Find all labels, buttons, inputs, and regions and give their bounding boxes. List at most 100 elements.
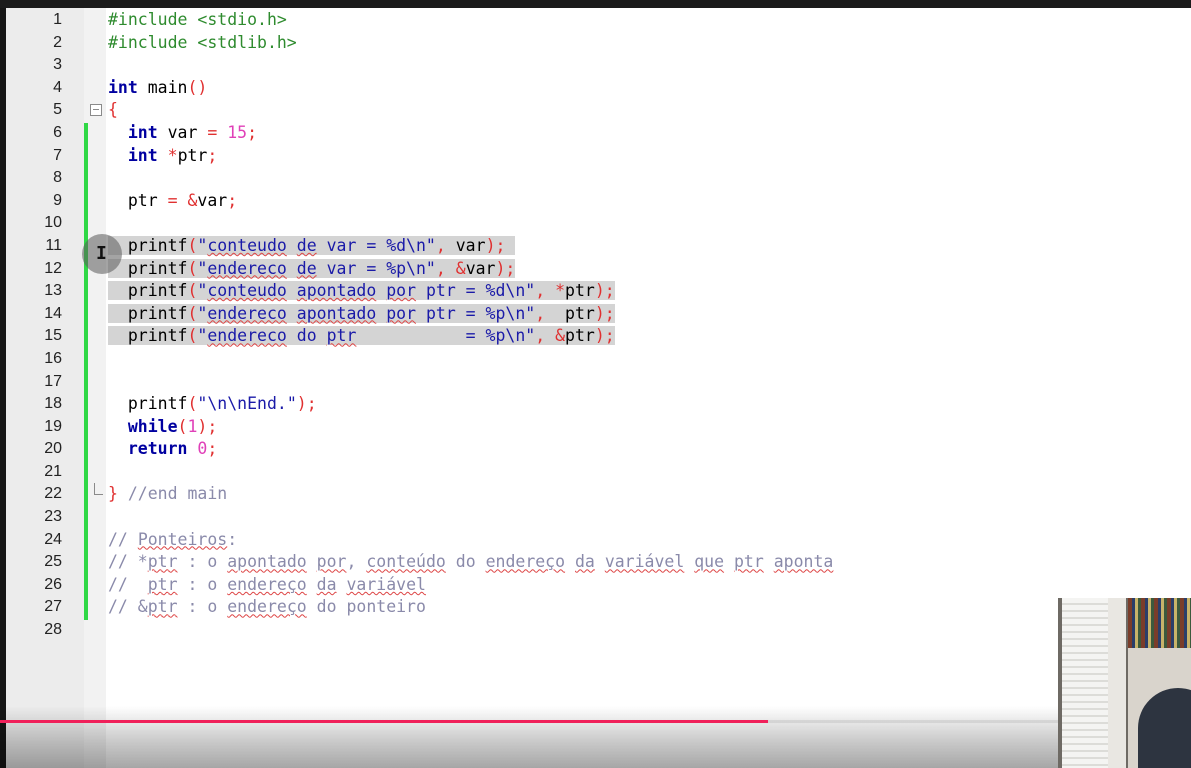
code-line[interactable]: 28 bbox=[0, 619, 1191, 642]
code-line[interactable]: 23 bbox=[0, 506, 1191, 529]
code-token: * bbox=[555, 281, 566, 301]
selection-highlight: printf("conteudo apontado por ptr = %d\n… bbox=[108, 281, 615, 301]
code-line[interactable]: 26 // ptr : o endereço da variável bbox=[0, 574, 1191, 597]
code-token: " bbox=[197, 303, 208, 323]
code-line[interactable]: 2 #include <stdlib.h> bbox=[0, 32, 1191, 55]
code-text[interactable]: printf("endereco apontado por ptr = %p\n… bbox=[108, 303, 615, 326]
code-line[interactable]: 4 int main() bbox=[0, 77, 1191, 100]
code-line[interactable]: 8 bbox=[0, 167, 1191, 190]
code-line[interactable]: 5{ bbox=[0, 99, 1191, 122]
code-line[interactable]: 9 ptr = &var; bbox=[0, 190, 1191, 213]
code-text[interactable]: #include <stdlib.h> bbox=[108, 32, 297, 55]
code-text[interactable]: printf("endereco do ptr = %p\n", &ptr); bbox=[108, 325, 615, 348]
code-token: // & bbox=[108, 597, 148, 617]
code-line[interactable]: 18 printf("\n\nEnd."); bbox=[0, 393, 1191, 416]
code-token: , bbox=[535, 326, 546, 346]
code-token: Ponteiros bbox=[137, 529, 228, 549]
code-token: ; bbox=[207, 439, 218, 459]
line-number: 8 bbox=[53, 169, 62, 187]
code-text[interactable]: while(1); bbox=[108, 416, 217, 439]
code-text[interactable]: } //end main bbox=[108, 483, 227, 506]
code-line[interactable]: 19 while(1); bbox=[0, 416, 1191, 439]
code-text[interactable]: return 0; bbox=[108, 438, 217, 461]
code-line[interactable]: 14 printf("endereco apontado por ptr = %… bbox=[0, 303, 1191, 326]
code-line[interactable]: 13 printf("conteudo apontado por ptr = %… bbox=[0, 280, 1191, 303]
code-line[interactable]: 6 int var = 15; bbox=[0, 122, 1191, 145]
code-content: int *ptr; bbox=[108, 146, 217, 165]
code-token: int bbox=[108, 77, 138, 97]
code-line[interactable]: 24 // Ponteiros: bbox=[0, 529, 1191, 552]
code-line[interactable]: 15 printf("endereco do ptr = %p\n", &ptr… bbox=[0, 325, 1191, 348]
line-number: 10 bbox=[44, 214, 62, 232]
code-line[interactable]: 11 printf("conteudo de var = %d\n", var)… bbox=[0, 235, 1191, 258]
code-line[interactable]: 27 // &ptr : o endereço do ponteiro bbox=[0, 596, 1191, 619]
line-number: 3 bbox=[53, 56, 62, 74]
code-token: return bbox=[127, 439, 188, 459]
code-token: & bbox=[187, 190, 198, 210]
code-line[interactable]: 21 bbox=[0, 461, 1191, 484]
code-token: ptr bbox=[177, 145, 208, 165]
code-token: ); bbox=[485, 235, 506, 255]
code-token: : o bbox=[177, 574, 228, 594]
text-cursor-icon: I bbox=[96, 243, 107, 264]
code-content: printf("\n\nEnd."); bbox=[108, 394, 317, 413]
code-text[interactable]: printf("\n\nEnd."); bbox=[108, 393, 317, 416]
code-text[interactable]: { bbox=[108, 99, 118, 122]
code-token: ptr bbox=[565, 281, 595, 301]
code-text[interactable]: // ptr : o endereço da variável bbox=[108, 574, 426, 597]
code-text[interactable]: printf("conteudo de var = %d\n", var); bbox=[108, 235, 516, 258]
code-line[interactable]: 1 #include <stdio.h> bbox=[0, 9, 1191, 32]
code-token: ( bbox=[187, 258, 198, 278]
video-progress-fill bbox=[0, 720, 769, 723]
code-line[interactable]: 25// *ptr : o apontado por, conteúdo do … bbox=[0, 551, 1191, 574]
code-text[interactable]: // Ponteiros: bbox=[108, 529, 237, 552]
code-token: endereço bbox=[485, 552, 566, 572]
code-text[interactable]: int var = 15; bbox=[108, 122, 257, 145]
code-text[interactable]: printf("conteudo apontado por ptr = %d\n… bbox=[108, 280, 615, 303]
code-content: // ptr : o endereço da variável bbox=[108, 575, 426, 594]
code-token: () bbox=[187, 77, 208, 97]
code-token: , bbox=[535, 281, 546, 301]
code-token: ; bbox=[227, 190, 238, 210]
code-line[interactable]: 10 bbox=[0, 212, 1191, 235]
code-token: * bbox=[167, 145, 178, 165]
line-number: 18 bbox=[44, 395, 62, 413]
code-line[interactable]: 3 bbox=[0, 54, 1191, 77]
code-token: printf bbox=[108, 394, 188, 414]
code-text[interactable]: int main() bbox=[108, 77, 207, 100]
code-line[interactable]: 12 printf("endereco de var = %p\n", &var… bbox=[0, 258, 1191, 281]
code-token: : o bbox=[177, 597, 228, 617]
code-line[interactable]: 7 int *ptr; bbox=[0, 145, 1191, 168]
code-token: aponta bbox=[773, 552, 834, 572]
code-text[interactable]: printf("endereco de var = %p\n", &var); bbox=[108, 258, 516, 281]
line-number: 11 bbox=[45, 236, 62, 254]
code-token: var bbox=[197, 190, 228, 210]
code-line[interactable]: 20 return 0; bbox=[0, 438, 1191, 461]
code-editor[interactable]: 1 #include <stdio.h> 2 #include <stdlib.h> 3… bbox=[0, 9, 1191, 642]
code-content: } //end main bbox=[108, 484, 227, 503]
code-token: ptr bbox=[108, 190, 168, 210]
code-line[interactable]: 22} //end main bbox=[0, 483, 1191, 506]
code-text[interactable]: #include <stdio.h> bbox=[108, 9, 287, 32]
code-line[interactable]: 16 bbox=[0, 348, 1191, 371]
code-text[interactable]: // &ptr : o endereço do ponteiro bbox=[108, 596, 426, 619]
code-line[interactable]: 17 bbox=[0, 371, 1191, 394]
code-token: " bbox=[197, 258, 208, 278]
line-number: 9 bbox=[53, 191, 62, 209]
code-text[interactable]: ptr = &var; bbox=[108, 190, 237, 213]
code-text[interactable]: int *ptr; bbox=[108, 145, 217, 168]
fold-collapse-icon[interactable] bbox=[90, 104, 102, 117]
code-text[interactable]: // *ptr : o apontado por, conteúdo do en… bbox=[108, 551, 833, 574]
code-token: } bbox=[108, 484, 118, 504]
code-token: ); bbox=[495, 258, 516, 278]
